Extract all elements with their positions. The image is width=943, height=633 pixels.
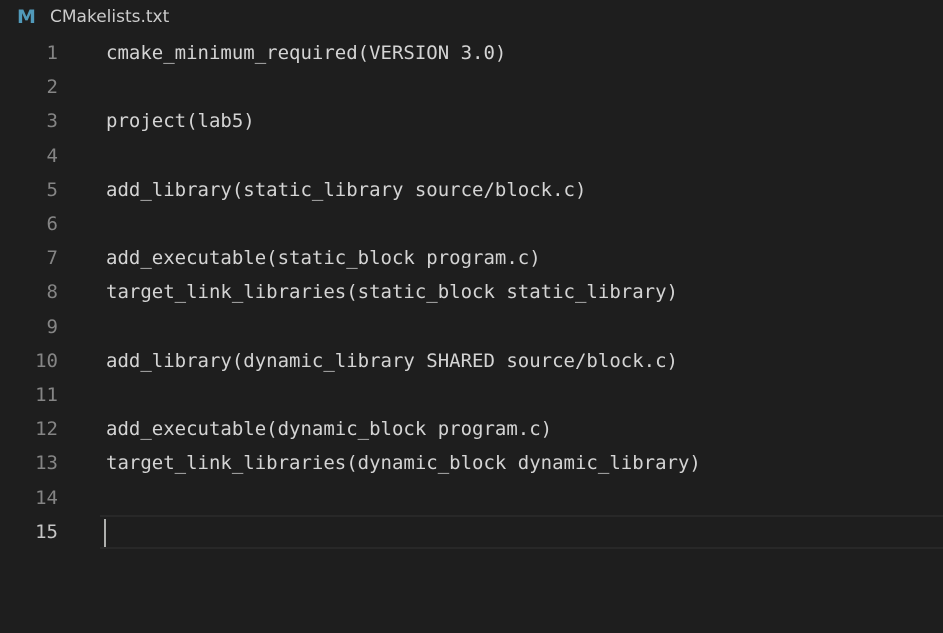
code-line[interactable]: 2 xyxy=(0,70,943,104)
code-line[interactable]: 7 add_executable(static_block program.c) xyxy=(0,241,943,275)
line-number: 13 xyxy=(35,452,58,475)
code-line[interactable]: 11 xyxy=(0,378,943,412)
code-line[interactable]: 3 project(lab5) xyxy=(0,104,943,138)
line-text[interactable]: add_executable(dynamic_block program.c) xyxy=(106,418,552,440)
current-code-line[interactable]: 15 xyxy=(0,514,943,549)
code-line[interactable]: 14 xyxy=(0,480,943,514)
current-line-highlight xyxy=(100,514,943,549)
code-area[interactable]: 1 cmake_minimum_required(VERSION 3.0) 2 … xyxy=(0,36,943,549)
line-text[interactable]: target_link_libraries(static_block stati… xyxy=(106,281,678,303)
line-number: 1 xyxy=(46,42,58,65)
line-number: 14 xyxy=(35,486,58,509)
line-text[interactable]: add_library(dynamic_library SHARED sourc… xyxy=(106,350,678,372)
line-number: 7 xyxy=(46,247,58,270)
code-line[interactable]: 1 cmake_minimum_required(VERSION 3.0) xyxy=(0,36,943,70)
code-line[interactable]: 13 target_link_libraries(dynamic_block d… xyxy=(0,446,943,480)
line-number: 8 xyxy=(46,281,58,304)
file-tab[interactable]: M CMakelists.txt xyxy=(0,0,943,34)
line-text[interactable]: add_executable(static_block program.c) xyxy=(106,247,541,269)
line-number: 9 xyxy=(46,315,58,338)
code-line[interactable]: 6 xyxy=(0,207,943,241)
line-number: 3 xyxy=(46,110,58,133)
text-cursor xyxy=(104,518,106,547)
line-text[interactable]: add_library(static_library source/block.… xyxy=(106,179,586,201)
line-number: 12 xyxy=(35,418,58,441)
code-line[interactable]: 8 target_link_libraries(static_block sta… xyxy=(0,275,943,309)
markdown-file-icon: M xyxy=(17,6,36,28)
code-line[interactable]: 9 xyxy=(0,310,943,344)
active-line-number: 15 xyxy=(35,520,58,543)
line-number: 11 xyxy=(35,383,58,406)
line-number: 10 xyxy=(35,349,58,372)
file-name: CMakelists.txt xyxy=(50,7,170,27)
line-number: 4 xyxy=(46,144,58,167)
code-editor[interactable]: M CMakelists.txt 1 cmake_minimum_require… xyxy=(0,0,943,633)
code-line[interactable]: 12 add_executable(dynamic_block program.… xyxy=(0,412,943,446)
line-number: 2 xyxy=(46,76,58,99)
line-number: 6 xyxy=(46,213,58,236)
line-text[interactable]: cmake_minimum_required(VERSION 3.0) xyxy=(106,42,506,64)
code-line[interactable]: 5 add_library(static_library source/bloc… xyxy=(0,173,943,207)
line-text[interactable]: target_link_libraries(dynamic_block dyna… xyxy=(106,452,701,474)
code-line[interactable]: 4 xyxy=(0,139,943,173)
code-line[interactable]: 10 add_library(dynamic_library SHARED so… xyxy=(0,344,943,378)
line-text[interactable]: project(lab5) xyxy=(106,110,255,132)
line-number: 5 xyxy=(46,178,58,201)
